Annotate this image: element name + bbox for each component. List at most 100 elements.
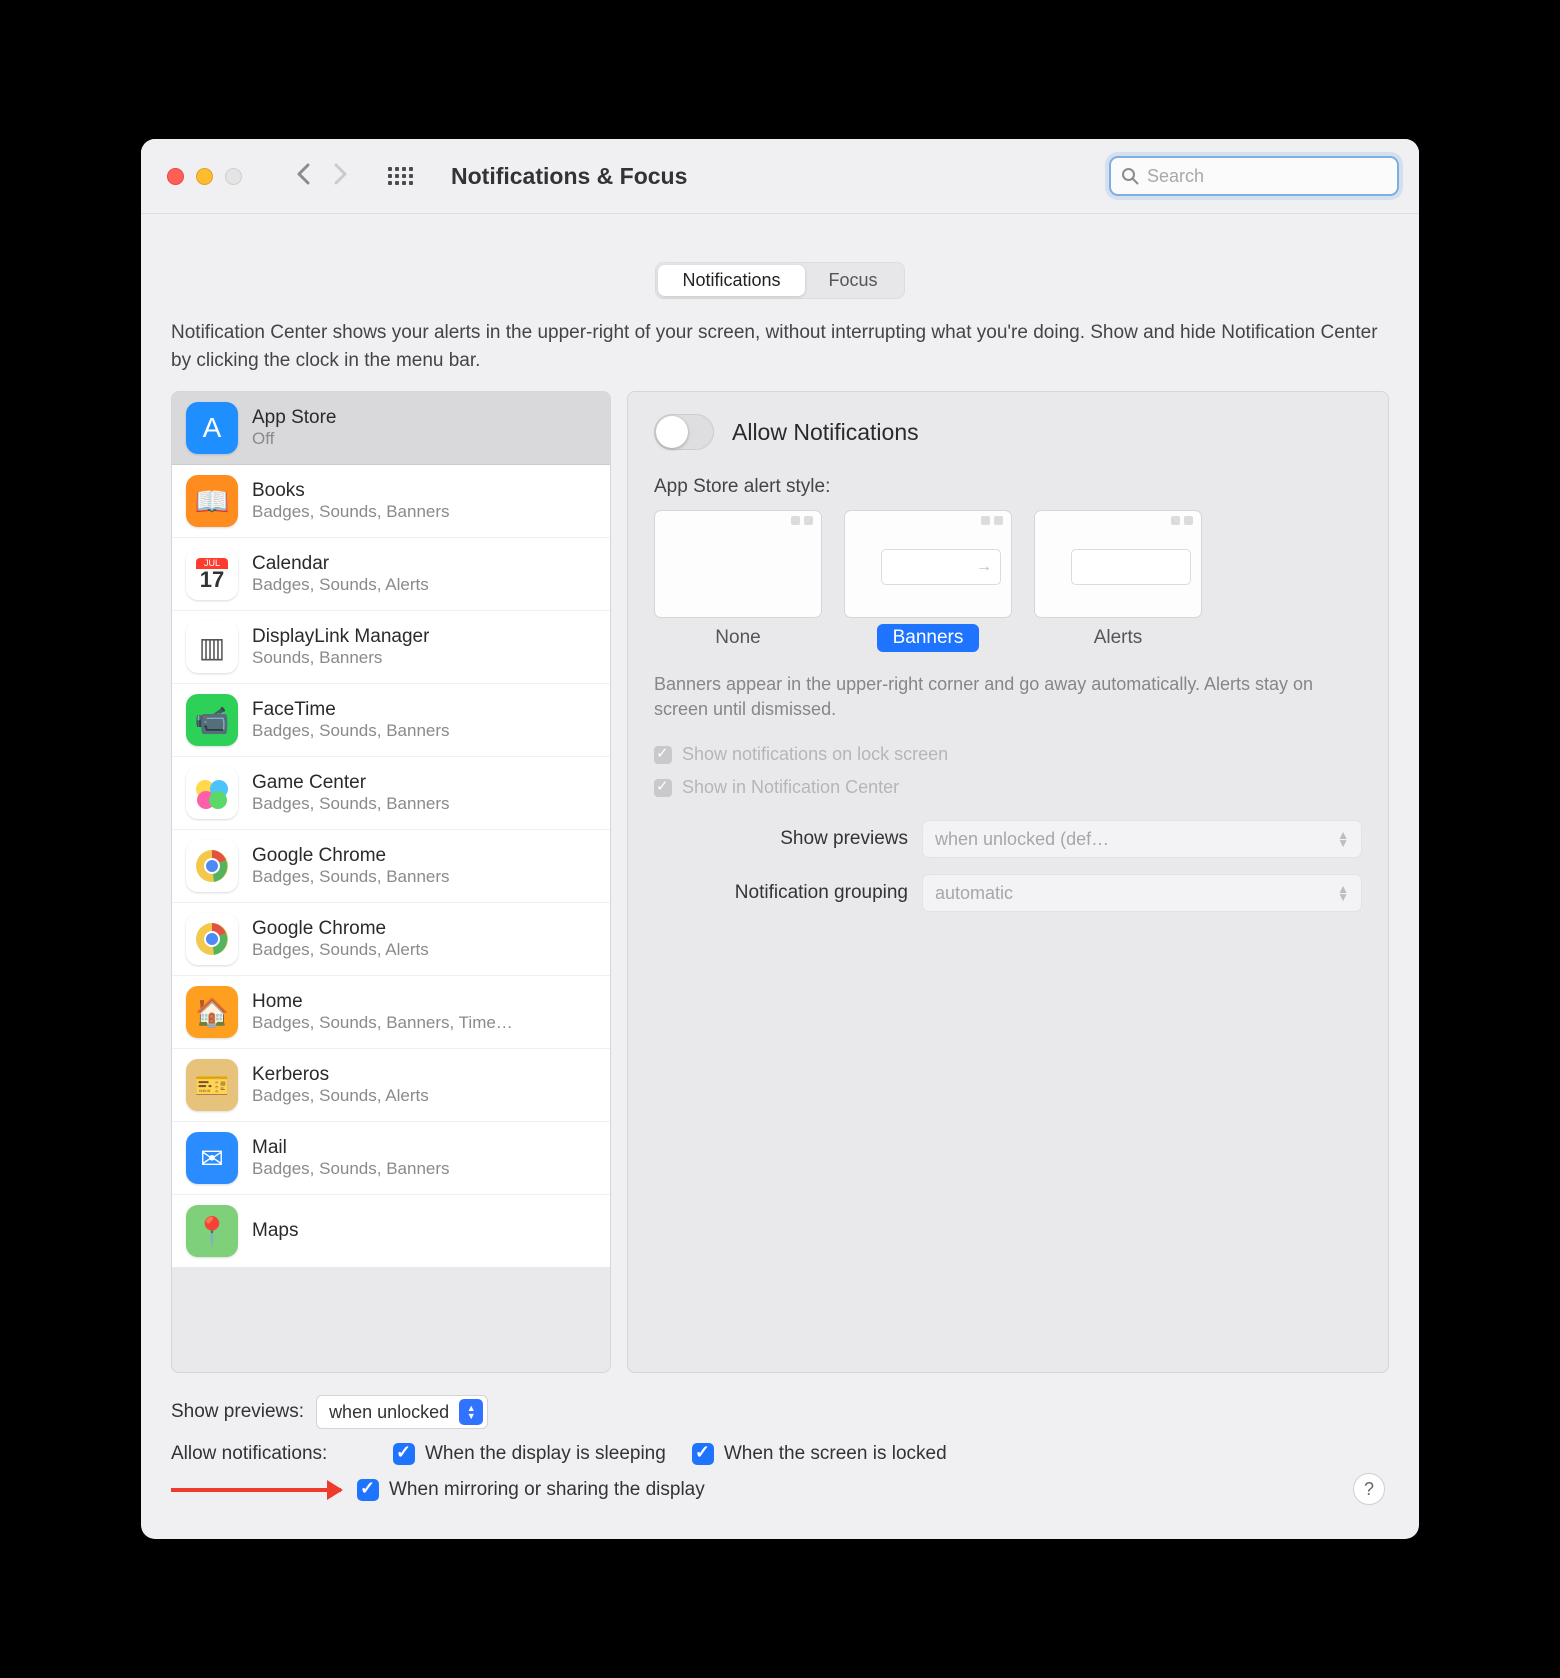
alert-styles: None → Banners Alerts xyxy=(654,510,1362,652)
show-all-button[interactable] xyxy=(388,167,413,185)
nav-buttons xyxy=(296,162,348,190)
style-banners-label: Banners xyxy=(877,624,980,652)
tab-focus[interactable]: Focus xyxy=(805,265,902,296)
app-icon: 📹 xyxy=(186,694,238,746)
preferences-window: Notifications & Focus Notifications Focu… xyxy=(141,139,1419,1539)
locked-label: When the screen is locked xyxy=(724,1443,947,1465)
allow-notifications-label: Allow notifications: xyxy=(171,1443,381,1465)
minimize-button[interactable] xyxy=(196,168,213,185)
app-icon: ▥ xyxy=(186,621,238,673)
app-name-label: Maps xyxy=(252,1220,298,1242)
bottom-controls: Show previews: when unlocked ▲▼ Allow no… xyxy=(171,1395,1389,1515)
app-row[interactable]: 📖BooksBadges, Sounds, Banners xyxy=(172,465,610,538)
app-details-panel: Allow Notifications App Store alert styl… xyxy=(627,391,1389,1373)
alert-style-title: App Store alert style: xyxy=(654,476,1362,498)
app-name-label: Books xyxy=(252,480,450,502)
app-sub-label: Badges, Sounds, Banners xyxy=(252,867,450,887)
sleeping-checkbox[interactable] xyxy=(393,1443,415,1465)
search-field[interactable] xyxy=(1109,156,1399,196)
app-name-label: DisplayLink Manager xyxy=(252,626,429,648)
style-alerts-label: Alerts xyxy=(1078,624,1159,652)
app-row[interactable]: Game CenterBadges, Sounds, Banners xyxy=(172,757,610,830)
chevron-updown-icon: ▲▼ xyxy=(1337,885,1349,901)
app-icon: JUL17 xyxy=(186,548,238,600)
app-row[interactable]: 📍 Maps xyxy=(172,1195,610,1267)
app-list[interactable]: AApp StoreOff 📖 Books Badges, Sounds, Banne… xyxy=(172,392,610,1372)
show-previews-select: when unlocked (def… ▲▼ xyxy=(922,820,1362,858)
back-button[interactable] xyxy=(296,162,310,190)
app-sub-label: Badges, Sounds, Alerts xyxy=(252,940,429,960)
style-none-label: None xyxy=(699,624,776,652)
app-icon xyxy=(186,913,238,965)
show-previews-value: when unlocked (def… xyxy=(935,829,1109,850)
allow-notifications-row: Allow notifications: When the display is… xyxy=(171,1443,1389,1465)
lock-screen-checkbox xyxy=(654,746,672,764)
global-previews-select[interactable]: when unlocked ▲▼ xyxy=(316,1395,488,1429)
global-previews-value: when unlocked xyxy=(329,1402,449,1423)
main-content: Notifications Focus Notification Center … xyxy=(141,214,1419,1539)
app-row[interactable]: 🎫KerberosBadges, Sounds, Alerts xyxy=(172,1049,610,1122)
chevron-updown-icon: ▲▼ xyxy=(1337,831,1349,847)
window-title: Notifications & Focus xyxy=(451,163,687,190)
app-name-label: Kerberos xyxy=(252,1064,429,1086)
app-name-label: Mail xyxy=(252,1137,450,1159)
app-sub-label: Badges, Sounds, Banners xyxy=(252,721,450,741)
grouping-row: Notification grouping automatic ▲▼ xyxy=(654,874,1362,912)
zoom-button xyxy=(225,168,242,185)
notif-center-checkbox-row: Show in Notification Center xyxy=(654,777,1362,798)
allow-notifications-switch[interactable] xyxy=(654,414,714,450)
app-sub-label: Badges, Sounds, Banners xyxy=(252,794,450,814)
app-sub-label: Badges, Sounds, Alerts xyxy=(252,575,429,595)
allow-notifications-label: Allow Notifications xyxy=(732,419,919,446)
style-alerts[interactable]: Alerts xyxy=(1034,510,1202,652)
app-row[interactable]: AApp StoreOff xyxy=(172,392,610,465)
app-icon: A xyxy=(186,402,238,454)
description-text: Notification Center shows your alerts in… xyxy=(171,319,1389,374)
app-row[interactable]: Google ChromeBadges, Sounds, Banners xyxy=(172,830,610,903)
app-name-label: Google Chrome xyxy=(252,845,450,867)
toolbar: Notifications & Focus xyxy=(141,139,1419,214)
style-alerts-preview xyxy=(1034,510,1202,618)
app-icon: 📖 xyxy=(186,475,238,527)
locked-checkbox[interactable] xyxy=(692,1443,714,1465)
style-banners[interactable]: → Banners xyxy=(844,510,1012,652)
style-none[interactable]: None xyxy=(654,510,822,652)
panes: AApp StoreOff 📖 Books Badges, Sounds, Banne… xyxy=(171,390,1389,1373)
tab-notifications[interactable]: Notifications xyxy=(658,265,804,296)
global-previews-label: Show previews: xyxy=(171,1401,304,1423)
lock-screen-checkbox-row: Show notifications on lock screen xyxy=(654,744,1362,765)
app-icon xyxy=(186,840,238,892)
notif-center-label: Show in Notification Center xyxy=(682,777,899,798)
style-description: Banners appear in the upper-right corner… xyxy=(654,672,1362,722)
app-row[interactable]: 🏠HomeBadges, Sounds, Banners, Time… xyxy=(172,976,610,1049)
app-name-label: Game Center xyxy=(252,772,450,794)
style-banners-preview: → xyxy=(844,510,1012,618)
app-sub-label: Badges, Sounds, Alerts xyxy=(252,1086,429,1106)
close-button[interactable] xyxy=(167,168,184,185)
app-row[interactable]: 📹 FaceTimeBadges, Sounds, Banners xyxy=(172,684,610,757)
show-previews-label: Show previews xyxy=(654,828,908,850)
app-sub-label: Sounds, Banners xyxy=(252,648,429,668)
style-none-preview xyxy=(654,510,822,618)
app-name-label: FaceTime xyxy=(252,699,450,721)
mirroring-label: When mirroring or sharing the display xyxy=(389,1479,705,1501)
arrow-right-icon: → xyxy=(976,558,992,576)
notif-center-checkbox xyxy=(654,779,672,797)
app-row[interactable]: Google ChromeBadges, Sounds, Alerts xyxy=(172,903,610,976)
app-sub-label: Badges, Sounds, Banners xyxy=(252,1159,450,1179)
app-name-label: Google Chrome xyxy=(252,918,429,940)
show-previews-row: Show previews when unlocked (def… ▲▼ xyxy=(654,820,1362,858)
search-input[interactable] xyxy=(1147,166,1387,187)
grouping-value: automatic xyxy=(935,883,1013,904)
app-icon: 🏠 xyxy=(186,986,238,1038)
app-icon: 📍 xyxy=(186,1205,238,1257)
app-icon xyxy=(186,767,238,819)
tab-switcher: Notifications Focus xyxy=(655,262,904,299)
help-button[interactable]: ? xyxy=(1353,1473,1385,1505)
app-row[interactable]: ✉MailBadges, Sounds, Banners xyxy=(172,1122,610,1195)
global-previews-row: Show previews: when unlocked ▲▼ xyxy=(171,1395,1389,1429)
mirroring-checkbox[interactable] xyxy=(357,1479,379,1501)
app-row[interactable]: ▥ DisplayLink ManagerSounds, Banners xyxy=(172,611,610,684)
app-row[interactable]: JUL17CalendarBadges, Sounds, Alerts xyxy=(172,538,610,611)
forward-button xyxy=(334,162,348,190)
